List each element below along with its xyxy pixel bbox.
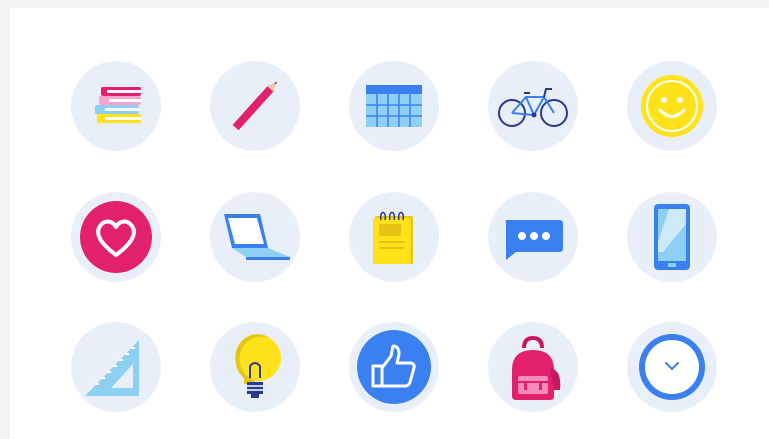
icon-grid-card: [10, 8, 769, 439]
backpack-icon: [488, 322, 578, 412]
thumbs-up-icon: [349, 322, 439, 412]
chat-bubble-icon: [488, 192, 578, 282]
set-square-ruler-icon: [71, 322, 161, 412]
notepad-icon: [349, 192, 439, 282]
calendar-icon: [349, 61, 439, 151]
heart-icon: [71, 192, 161, 282]
smiley-face-icon: [627, 61, 717, 151]
lightbulb-icon: [210, 322, 300, 412]
bicycle-icon: [488, 61, 578, 151]
smartphone-icon: [627, 192, 717, 282]
laptop-icon: [210, 192, 300, 282]
clock-icon: [627, 322, 717, 412]
books-icon: [71, 61, 161, 151]
pencil-icon: [210, 61, 300, 151]
